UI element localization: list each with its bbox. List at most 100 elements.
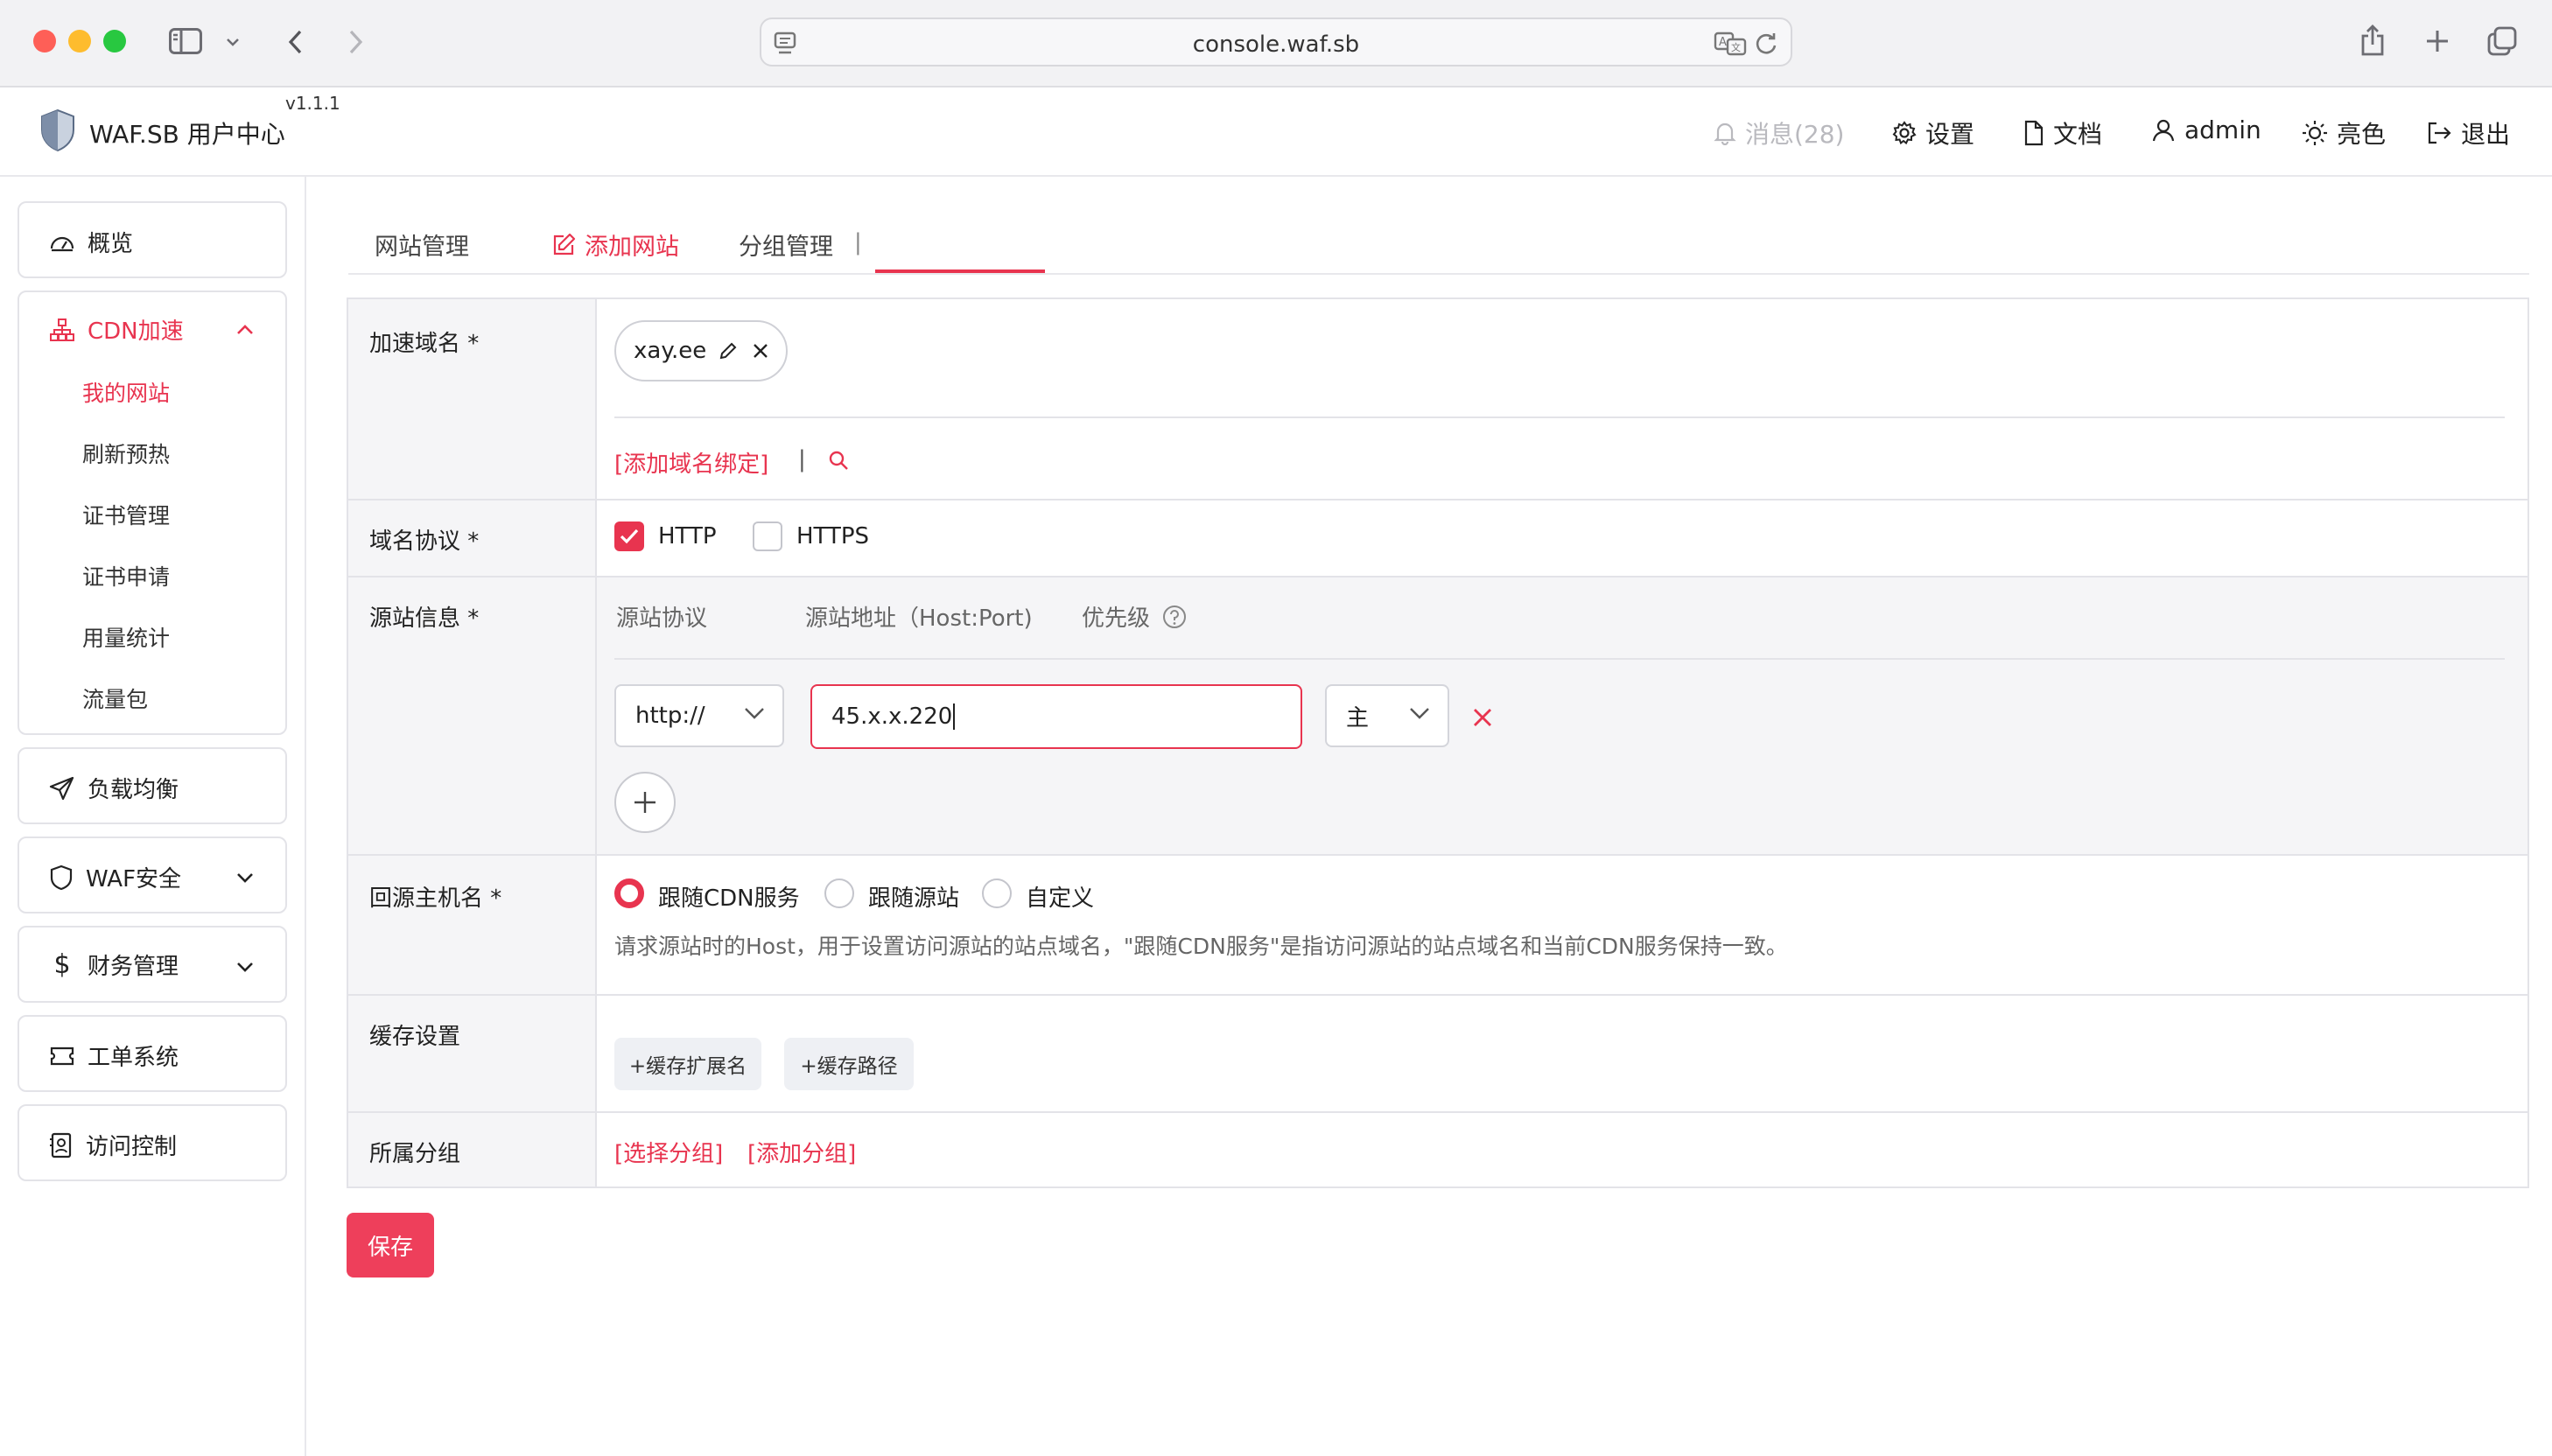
edit-icon	[553, 233, 576, 255]
logout-label: 退出	[2461, 120, 2511, 149]
save-button[interactable]: 保存	[347, 1213, 434, 1278]
sidebar-item-overview[interactable]: 概览	[18, 201, 287, 278]
radio-custom-label[interactable]: 自定义	[1026, 880, 1094, 913]
origin-protocol-select[interactable]: http://	[614, 684, 784, 747]
remove-origin-icon[interactable]	[1472, 707, 1493, 732]
chevron-down-icon[interactable]	[236, 959, 254, 976]
logout-icon	[2428, 122, 2451, 144]
sidebar-item-tickets[interactable]: 工单系统	[18, 1015, 287, 1092]
dollar-icon: $	[53, 949, 71, 980]
origin-header-divider	[614, 658, 2505, 660]
messages-link[interactable]: 消息(28)	[1714, 116, 1844, 150]
radio-custom[interactable]	[982, 878, 1012, 908]
sidebar-subitem-my-sites[interactable]: 我的网站	[82, 376, 170, 408]
share-icon[interactable]	[2358, 23, 2387, 58]
sidebar-group-cdn: CDN加速 我的网站 刷新预热 证书管理 证书申请 用量统计 流量包	[18, 290, 287, 735]
back-icon[interactable]	[282, 26, 308, 58]
minimize-window-button[interactable]	[68, 30, 91, 52]
sidebar-subitem-cert-apply[interactable]: 证书申请	[82, 560, 170, 592]
help-icon[interactable]	[1162, 605, 1187, 629]
tab-add-site[interactable]: 添加网站	[551, 228, 679, 262]
forward-icon[interactable]	[343, 26, 369, 58]
app-title[interactable]: WAF.SB 用户中心	[89, 116, 285, 150]
http-checkbox[interactable]	[614, 522, 644, 551]
https-checkbox[interactable]	[753, 522, 782, 551]
add-cache-path-button[interactable]: +缓存路径	[784, 1038, 914, 1090]
reload-icon[interactable]	[1754, 32, 1778, 60]
origin-address-input[interactable]: 45.x.x.220	[810, 684, 1302, 749]
domain-chip[interactable]: xay.ee	[614, 320, 788, 382]
radio-follow-origin-label[interactable]: 跟随源站	[868, 880, 959, 913]
docs-label: 文档	[2053, 120, 2103, 149]
sidebar-label-cdn: CDN加速	[88, 318, 184, 345]
sidebar-label-load-balance: 负载均衡	[88, 777, 179, 803]
http-label[interactable]: HTTP	[658, 523, 717, 550]
contact-card-icon	[50, 1132, 72, 1158]
host-hint: 请求源站时的Host，用于设置访问源站的站点域名，"跟随CDN服务"是指访问源站…	[614, 934, 1788, 959]
ticket-icon	[50, 1046, 74, 1065]
add-cache-ext-button[interactable]: +缓存扩展名	[614, 1038, 761, 1090]
sidebar-item-cdn[interactable]: CDN加速	[49, 313, 184, 346]
username-label: admin	[2184, 116, 2261, 144]
domain-chip-text: xay.ee	[634, 338, 707, 364]
close-icon[interactable]	[752, 342, 769, 360]
chevron-up-icon[interactable]	[236, 322, 254, 339]
sidebar-toggle-icon[interactable]	[168, 26, 203, 56]
text-caret	[953, 704, 956, 730]
close-window-button[interactable]	[33, 30, 56, 52]
sidebar-item-access[interactable]: 访问控制	[18, 1104, 287, 1181]
sidebar-label-access: 访问控制	[86, 1134, 178, 1160]
docs-link[interactable]: 文档	[2023, 116, 2102, 150]
host-label: 回源主机名 *	[369, 886, 502, 912]
chevron-down-icon[interactable]	[236, 870, 254, 886]
origin-priority-header: 优先级	[1082, 600, 1187, 633]
sidebar-item-load-balance[interactable]: 负载均衡	[18, 747, 287, 824]
select-group-link[interactable]: [选择分组]	[614, 1136, 723, 1168]
translate-icon[interactable]: A文	[1714, 32, 1747, 60]
sidebar-subitem-usage[interactable]: 用量统计	[82, 621, 170, 653]
tab-group-manage[interactable]: 分组管理	[739, 228, 833, 262]
document-icon	[2024, 120, 2044, 146]
add-origin-button[interactable]	[614, 772, 676, 833]
send-icon	[49, 776, 74, 800]
radio-follow-origin[interactable]	[824, 878, 854, 908]
sidebar-item-waf[interactable]: WAF安全	[18, 836, 287, 914]
tab-separator: |	[854, 229, 862, 256]
tab-overview-icon[interactable]	[2485, 24, 2519, 58]
theme-label: 亮色	[2337, 120, 2387, 149]
chevron-down-icon[interactable]	[224, 33, 242, 51]
sidebar-label-finance: 财务管理	[88, 954, 179, 980]
https-label[interactable]: HTTPS	[796, 523, 869, 550]
address-bar[interactable]: console.waf.sb A文	[760, 18, 1792, 66]
add-group-link[interactable]: [添加分组]	[747, 1136, 856, 1168]
sidebar-subitem-traffic-pack[interactable]: 流量包	[82, 682, 148, 714]
url-text: console.waf.sb	[1192, 32, 1360, 58]
sun-icon	[2303, 121, 2327, 145]
maximize-window-button[interactable]	[103, 30, 126, 52]
tab-site-manage[interactable]: 网站管理	[375, 228, 469, 262]
dashboard-icon	[50, 236, 74, 251]
new-tab-icon[interactable]	[2422, 26, 2452, 56]
user-menu[interactable]: admin	[2151, 116, 2261, 144]
add-site-form: 加速域名 * xay.ee [添加域名绑定] | 域名协议 * HTTP HTT…	[347, 298, 2529, 1188]
sidebar-item-finance[interactable]: $ 财务管理	[18, 926, 287, 1003]
origin-address-value: 45.x.x.220	[831, 704, 953, 730]
origin-priority-value: 主	[1346, 704, 1370, 732]
browser-chrome: console.waf.sb A文	[0, 0, 2552, 88]
radio-follow-cdn-label[interactable]: 跟随CDN服务	[658, 880, 800, 913]
logout-link[interactable]: 退出	[2426, 116, 2510, 150]
pencil-icon[interactable]	[719, 341, 738, 360]
chevron-down-icon	[1410, 708, 1429, 719]
settings-link[interactable]: 设置	[1892, 116, 1974, 150]
theme-toggle[interactable]: 亮色	[2302, 116, 2386, 150]
search-icon[interactable]	[828, 450, 849, 474]
sidebar-label-waf: WAF安全	[86, 866, 182, 892]
add-domain-binding-link[interactable]: [添加域名绑定]	[614, 446, 768, 479]
gear-icon	[1892, 121, 1917, 145]
svg-text:文: 文	[1731, 41, 1741, 53]
origin-priority-select[interactable]: 主	[1325, 684, 1449, 747]
group-label: 所属分组	[369, 1141, 461, 1167]
radio-follow-cdn[interactable]	[614, 878, 644, 908]
sidebar-subitem-refresh[interactable]: 刷新预热	[82, 438, 170, 469]
sidebar-subitem-certs[interactable]: 证书管理	[82, 499, 170, 530]
